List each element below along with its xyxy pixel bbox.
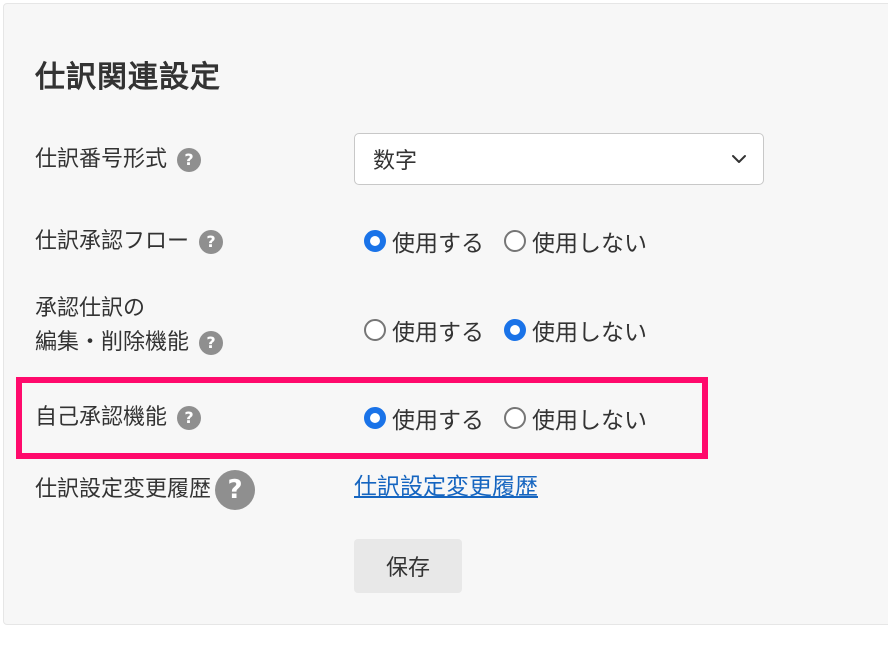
number-format-label: 仕訳番号形式 ? [35,143,202,177]
chevron-down-icon [732,155,746,163]
option-label: 使用しない [532,408,647,434]
radio-unselected[interactable] [504,230,526,252]
self-approval-use-option[interactable]: 使用する [364,401,484,435]
edit-delete-approved-label: 承認仕訳の 編集・削除機能 ? [35,292,224,360]
help-icon[interactable]: ? [177,406,202,430]
option-label: 使用する [392,320,484,346]
radio-selected[interactable] [364,230,386,252]
approval-flow-not-use-option[interactable]: 使用しない [504,224,647,258]
number-format-select-value: 数字 [373,149,418,174]
radio-unselected[interactable] [504,407,526,429]
option-label: 使用する [392,408,484,434]
history-link[interactable]: 仕訳設定変更履歴 [354,470,538,504]
approval-flow-label: 仕訳承認フロー ? [35,225,224,259]
edit-delete-use-option[interactable]: 使用する [364,313,484,347]
option-label: 使用しない [532,320,647,346]
edit-delete-label-line2: 編集・削除機能 [35,330,190,355]
help-icon[interactable]: ? [177,148,202,172]
approval-flow-label-text: 仕訳承認フロー [35,229,190,254]
option-label: 使用する [392,231,484,257]
self-approval-label: 自己承認機能 ? [35,401,202,435]
radio-unselected[interactable] [364,319,386,341]
number-format-select[interactable]: 数字 [354,133,764,185]
edit-delete-not-use-option[interactable]: 使用しない [504,313,647,347]
help-icon[interactable]: ? [215,470,256,510]
approval-flow-use-option[interactable]: 使用する [364,224,484,258]
help-icon[interactable]: ? [199,230,224,254]
radio-selected[interactable] [504,319,526,341]
history-label-text: 仕訳設定変更履歴 [35,477,212,502]
save-button[interactable]: 保存 [354,539,462,593]
self-approval-label-text: 自己承認機能 [35,405,168,430]
radio-selected[interactable] [364,407,386,429]
edit-delete-radio-group: 使用する 使用しない [364,313,667,347]
history-label: 仕訳設定変更履歴 ? [35,470,256,510]
self-approval-not-use-option[interactable]: 使用しない [504,401,647,435]
self-approval-radio-group: 使用する 使用しない [364,401,667,435]
help-icon[interactable]: ? [199,331,224,355]
approval-flow-radio-group: 使用する 使用しない [364,224,667,258]
option-label: 使用しない [532,231,647,257]
edit-delete-label-line1: 承認仕訳の [35,296,146,321]
number-format-label-text: 仕訳番号形式 [35,147,168,172]
page-title: 仕訳関連設定 [35,60,221,95]
